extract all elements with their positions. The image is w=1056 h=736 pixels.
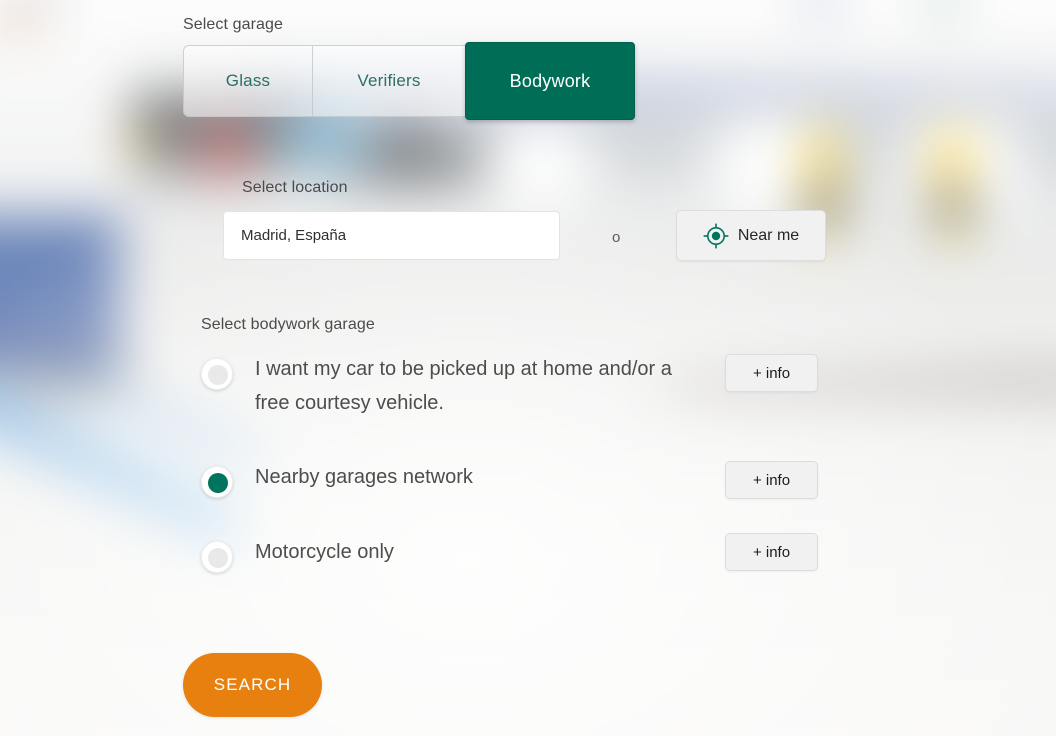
info-button-home-pickup[interactable]: + info	[725, 354, 818, 392]
select-location-label: Select location	[242, 179, 348, 196]
select-garage-label: Select garage	[183, 16, 284, 33]
radio-nearby-network[interactable]	[201, 466, 233, 498]
page-root: Select garage Glass Verifiers Bodywork S…	[0, 0, 1056, 736]
search-button[interactable]: SEARCH	[183, 653, 322, 717]
tab-glass[interactable]: Glass	[183, 45, 312, 117]
bodywork-option-home-pickup[interactable]: I want my car to be picked up at home an…	[201, 344, 856, 420]
tab-verifiers[interactable]: Verifiers	[312, 45, 465, 117]
option-label-motorcycle-only: Motorcycle only	[255, 541, 394, 563]
bodywork-option-motorcycle-only[interactable]: Motorcycle only + info	[201, 527, 856, 573]
location-input[interactable]	[223, 211, 560, 260]
radio-motorcycle-only[interactable]	[201, 541, 233, 573]
near-me-button[interactable]: Near me	[676, 210, 826, 261]
or-separator: o	[612, 229, 621, 246]
option-label-home-pickup: I want my car to be picked up at home an…	[255, 358, 672, 414]
search-form: Select garage Glass Verifiers Bodywork S…	[0, 0, 1056, 736]
crosshair-target-icon	[703, 223, 729, 249]
radio-home-pickup[interactable]	[201, 358, 233, 390]
tab-bodywork[interactable]: Bodywork	[465, 42, 635, 120]
select-bodywork-garage-label: Select bodywork garage	[201, 316, 375, 333]
info-button-motorcycle-only[interactable]: + info	[725, 533, 818, 571]
option-label-nearby-network: Nearby garages network	[255, 466, 473, 488]
bodywork-option-nearby-network[interactable]: Nearby garages network + info	[201, 452, 856, 499]
info-button-nearby-network[interactable]: + info	[725, 461, 818, 499]
garage-type-tabs: Glass Verifiers Bodywork	[183, 42, 635, 120]
near-me-label: Near me	[737, 226, 800, 244]
